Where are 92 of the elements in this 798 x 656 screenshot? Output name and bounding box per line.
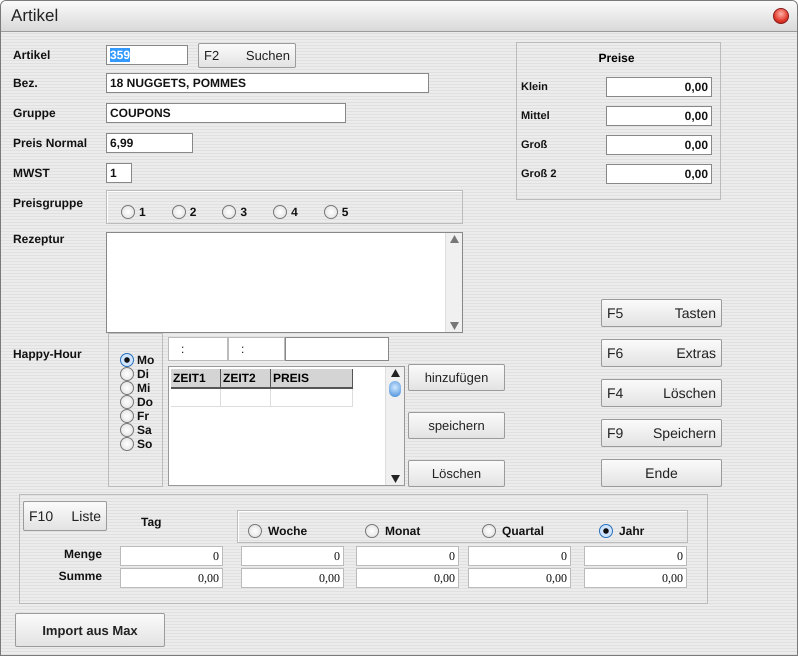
radio-button[interactable]: [172, 205, 186, 219]
radio-label: Woche: [268, 524, 308, 538]
column-header: PREIS: [271, 369, 353, 389]
text-field[interactable]: 6,99: [106, 133, 193, 153]
total-field: 0,00: [356, 568, 459, 588]
radio-button[interactable]: [248, 524, 262, 538]
recipe-text-area[interactable]: [106, 232, 463, 333]
total-field: 0: [468, 546, 571, 566]
radio-label: Fr: [137, 409, 149, 423]
radio-button[interactable]: [120, 395, 134, 409]
radio-button[interactable]: [365, 524, 379, 538]
radio-button[interactable]: [482, 524, 496, 538]
total-field: 0: [241, 546, 344, 566]
total-field: 0,00: [241, 568, 344, 588]
window-title: Artikel: [11, 6, 58, 26]
radio-label: 3: [240, 205, 248, 219]
column-header: ZEIT2: [221, 369, 271, 389]
scroll-thumb[interactable]: [389, 381, 401, 397]
price-field[interactable]: [285, 337, 389, 361]
list-button[interactable]: F10 Liste: [23, 501, 107, 531]
radio-label: Do: [137, 395, 153, 409]
column-label: Tag: [141, 515, 162, 529]
radio-label: Sa: [137, 423, 152, 437]
total-field: 0,00: [584, 568, 687, 588]
action-button[interactable]: Ende: [601, 459, 722, 487]
action-button[interactable]: hinzufügen: [408, 364, 505, 391]
radio-label: Quartal: [502, 524, 544, 538]
action-button[interactable]: F4 Löschen: [601, 379, 722, 407]
action-button[interactable]: F9 Speichern: [601, 419, 722, 447]
import-button[interactable]: Import aus Max: [15, 613, 165, 647]
radio-label: So: [137, 437, 152, 451]
field-label: Artikel: [13, 48, 52, 62]
total-field: 0: [120, 546, 223, 566]
field-label: Happy-Hour: [13, 347, 83, 361]
radio-button[interactable]: [120, 409, 134, 423]
total-field: 0,00: [120, 568, 223, 588]
radio-button[interactable]: [273, 205, 288, 219]
price-field[interactable]: 0,00: [606, 164, 712, 184]
field-label: Rezeptur: [13, 232, 66, 246]
scroll-up-icon[interactable]: [390, 369, 400, 377]
field-label: Preisgruppe: [13, 196, 84, 210]
column-header: ZEIT1: [171, 369, 221, 389]
close-button[interactable]: [773, 8, 789, 24]
price-field[interactable]: 0,00: [606, 135, 712, 155]
radio-button[interactable]: [120, 423, 134, 437]
price-field[interactable]: 0,00: [606, 106, 712, 126]
table-cell: [171, 389, 221, 407]
radio-label: Monat: [385, 524, 420, 538]
search-button[interactable]: F2 Suchen: [198, 42, 296, 68]
radio-button[interactable]: [120, 367, 134, 381]
radio-label: Jahr: [619, 524, 644, 538]
radio-button[interactable]: [121, 205, 135, 219]
radio-button[interactable]: [222, 205, 236, 219]
time-field[interactable]: :: [168, 337, 228, 361]
radio-label: Di: [137, 367, 149, 381]
radio-button[interactable]: [599, 524, 613, 538]
radio-button[interactable]: [324, 205, 338, 219]
action-button[interactable]: Löschen: [408, 460, 505, 487]
text-field[interactable]: 18 NUGGETS, POMMES: [106, 73, 429, 93]
price-field[interactable]: 0,00: [606, 77, 712, 97]
total-field: 0,00: [468, 568, 571, 588]
total-field: 0: [584, 546, 687, 566]
text-field[interactable]: 1: [106, 163, 132, 183]
radio-button[interactable]: [120, 381, 134, 395]
radio-label: Mo: [137, 353, 154, 367]
action-button[interactable]: F6 Extras: [601, 339, 722, 367]
radio-button[interactable]: [120, 437, 134, 451]
text-field[interactable]: COUPONS: [106, 103, 346, 123]
table-cell: [221, 389, 271, 407]
scroll-down-icon[interactable]: [390, 475, 400, 483]
field-label: Gruppe: [13, 106, 57, 120]
field-label: Preis Normal: [13, 136, 88, 150]
field-label: Groß: [521, 139, 548, 151]
total-field: 0: [356, 546, 459, 566]
row-label: Summe: [58, 569, 103, 583]
field-label: Bez.: [13, 76, 39, 90]
field-label: Klein: [521, 81, 549, 93]
radio-label: Mi: [137, 381, 150, 395]
row-label: Menge: [62, 547, 103, 561]
radio-button[interactable]: [120, 353, 134, 367]
field-label: MWST: [13, 166, 51, 180]
radio-label: 4: [291, 205, 298, 219]
field-label: Mittel: [521, 110, 551, 122]
action-button[interactable]: F5 Tasten: [601, 299, 722, 327]
radio-label: 2: [190, 205, 196, 219]
scrollbar[interactable]: [385, 367, 404, 485]
radio-label: 5: [342, 205, 348, 219]
panel-title: Preise: [598, 51, 635, 65]
radio-label: 1: [139, 205, 146, 219]
time-field[interactable]: :: [228, 337, 285, 361]
action-button[interactable]: speichern: [408, 412, 505, 439]
field-label: Groß 2: [521, 168, 558, 180]
